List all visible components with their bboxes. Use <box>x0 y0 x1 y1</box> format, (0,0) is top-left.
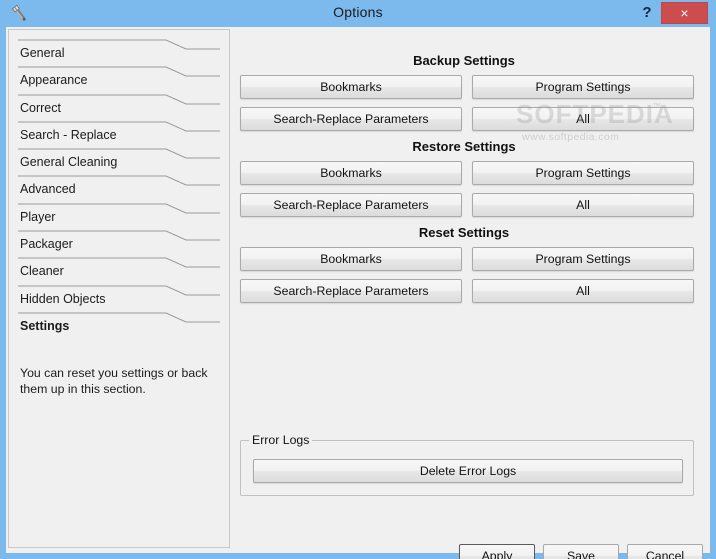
error-logs-group: Error Logs Delete Error Logs <box>240 433 694 496</box>
cancel-button[interactable]: Cancel <box>627 544 703 559</box>
sidebar-item-label: Appearance <box>20 73 88 88</box>
sidebar-item-hidden-objects[interactable]: Hidden Objects <box>9 284 229 311</box>
button-all[interactable]: All <box>472 107 694 131</box>
help-button[interactable]: ? <box>636 2 658 24</box>
apply-button[interactable]: Apply <box>459 544 535 559</box>
sidebar-item-cleaner[interactable]: Cleaner <box>9 256 229 283</box>
section-title: Reset Settings <box>418 225 510 240</box>
sidebar-item-label: General <box>20 46 65 60</box>
sidebar-item-general-cleaning[interactable]: General Cleaning <box>9 147 229 174</box>
sidebar-item-label: Player <box>20 209 56 224</box>
options-window: Options ? × General Appearance Correct Sear… <box>0 0 716 559</box>
sidebar-nav: General Appearance Correct Search - Replace… <box>9 38 229 338</box>
button-bookmarks[interactable]: Bookmarks <box>240 161 462 185</box>
button-search-replace-parameters[interactable]: Search-Replace Parameters <box>240 279 462 303</box>
button-all[interactable]: All <box>472 279 694 303</box>
button-all[interactable]: All <box>472 193 694 217</box>
button-bookmarks[interactable]: Bookmarks <box>240 247 462 271</box>
button-program-settings[interactable]: Program Settings <box>472 75 694 99</box>
button-search-replace-parameters[interactable]: Search-Replace Parameters <box>240 107 462 131</box>
sidebar-item-player[interactable]: Player <box>9 202 229 229</box>
sidebar-item-search-replace[interactable]: Search - Replace <box>9 120 229 147</box>
section-title: Restore Settings <box>412 139 516 154</box>
sidebar-item-label: Search - Replace <box>20 127 117 142</box>
delete-error-logs-button[interactable]: Delete Error Logs <box>253 459 683 483</box>
sidebar-item-label: Cleaner <box>20 264 64 279</box>
button-program-settings[interactable]: Program Settings <box>472 161 694 185</box>
sidebar-item-general[interactable]: General <box>9 38 229 65</box>
sidebar-item-label: Correct <box>20 100 61 115</box>
error-logs-legend: Error Logs <box>249 433 313 447</box>
button-program-settings[interactable]: Program Settings <box>472 247 694 271</box>
window-title: Options <box>333 4 383 20</box>
sidebar-description: You can reset you settings or back them … <box>20 366 208 396</box>
main-panel: Backup Settings Bookmarks Program Settings… <box>234 29 708 548</box>
button-search-replace-parameters[interactable]: Search-Replace Parameters <box>240 193 462 217</box>
title-bar: Options ? × <box>0 0 716 27</box>
sidebar-item-settings[interactable]: Settings <box>9 311 229 338</box>
sidebar-item-appearance[interactable]: Appearance <box>9 65 229 92</box>
sidebar: General Appearance Correct Search - Replace… <box>8 29 230 548</box>
sidebar-item-label: Settings <box>20 318 70 333</box>
sidebar-item-label: Advanced <box>20 182 76 197</box>
save-button[interactable]: Save <box>543 544 619 559</box>
sidebar-item-correct[interactable]: Correct <box>9 93 229 120</box>
sidebar-item-packager[interactable]: Packager <box>9 229 229 256</box>
section-title: Backup Settings <box>413 53 515 68</box>
close-button[interactable]: × <box>661 2 708 24</box>
sidebar-item-label: Hidden Objects <box>20 291 106 306</box>
sidebar-item-label: General Cleaning <box>20 155 118 170</box>
button-bookmarks[interactable]: Bookmarks <box>240 75 462 99</box>
sidebar-item-label: Packager <box>20 237 73 252</box>
client-area: General Appearance Correct Search - Replace… <box>6 27 710 559</box>
sidebar-item-advanced[interactable]: Advanced <box>9 174 229 201</box>
